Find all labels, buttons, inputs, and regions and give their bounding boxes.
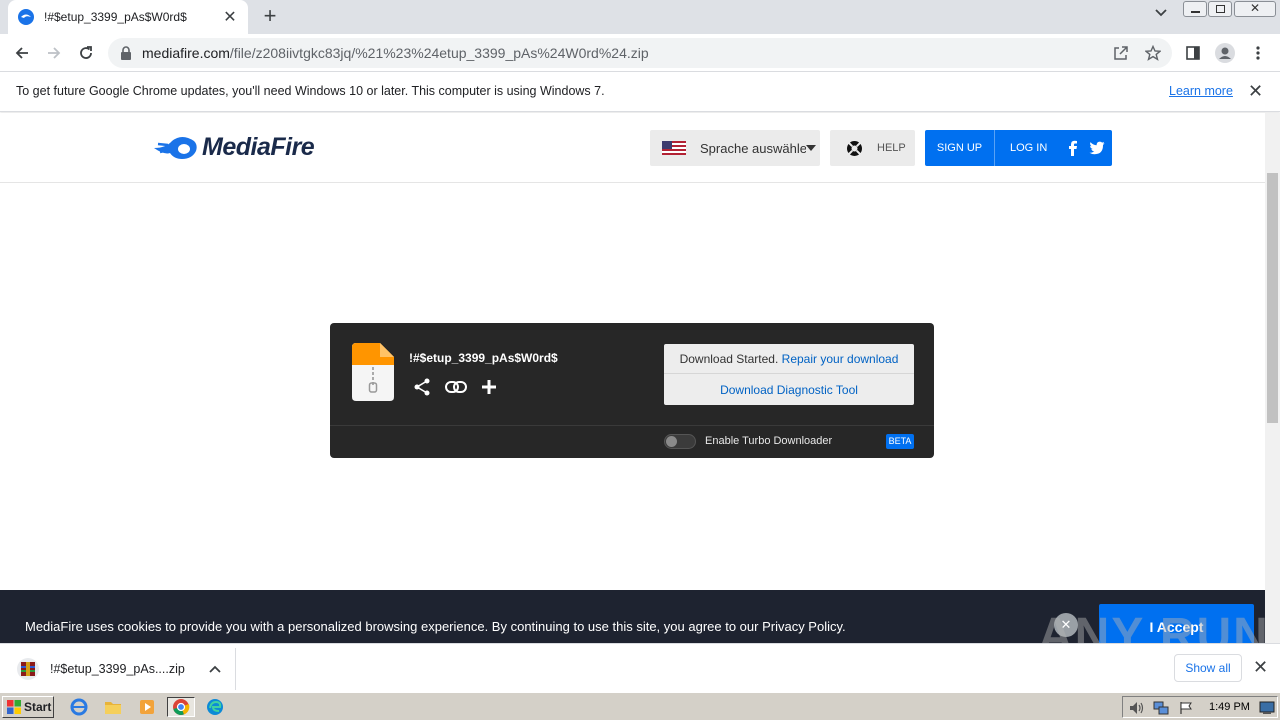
tab-strip: !#$etup_3399_pAs$W0rd$ ✕ + ✕: [0, 0, 1280, 34]
page-scrollbar[interactable]: [1265, 113, 1280, 643]
diagnostic-tool-link[interactable]: Download Diagnostic Tool: [664, 375, 914, 405]
share-icon[interactable]: [411, 376, 433, 398]
tab-title: !#$etup_3399_pAs$W0rd$: [44, 10, 187, 24]
address-bar[interactable]: mediafire.com/file/z208iivtgkc83jq/%21%2…: [108, 38, 1172, 68]
twitter-icon[interactable]: [1089, 140, 1105, 156]
us-flag-icon: [662, 141, 686, 155]
start-button[interactable]: Start: [2, 696, 54, 718]
log-in-button[interactable]: LOG IN: [1010, 142, 1047, 154]
logo-text: MediaFire: [202, 133, 315, 161]
network-icon[interactable]: [1153, 701, 1169, 715]
close-tab-icon[interactable]: ✕: [222, 7, 238, 27]
edge-icon[interactable]: [204, 697, 226, 717]
panel-divider: [330, 425, 934, 426]
mediafire-logo[interactable]: MediaFire: [152, 133, 315, 162]
auth-bar: SIGN UP LOG IN: [925, 130, 1112, 166]
url-text: mediafire.com/file/z208iivtgkc83jq/%21%2…: [142, 45, 649, 61]
facebook-icon[interactable]: [1065, 140, 1081, 156]
download-item-name: !#$etup_3399_pAs....zip: [50, 662, 185, 676]
turbo-downloader-toggle[interactable]: [664, 434, 696, 449]
media-player-icon[interactable]: [136, 697, 158, 717]
infobar-message: To get future Google Chrome updates, you…: [16, 84, 605, 98]
side-panel-icon[interactable]: [1182, 42, 1204, 64]
sign-up-button[interactable]: SIGN UP: [925, 130, 995, 166]
reload-icon[interactable]: [74, 41, 98, 65]
clock[interactable]: 1:49 PM: [1209, 701, 1250, 713]
learn-more-link[interactable]: Learn more: [1169, 84, 1233, 98]
mediafire-favicon-icon: [18, 9, 34, 25]
download-panel: !#$etup_3399_pAs$W0rd$ Download Started.…: [330, 323, 934, 458]
volume-icon[interactable]: [1129, 701, 1145, 715]
tab-search-chevron-icon[interactable]: [1150, 6, 1172, 28]
chevron-up-icon[interactable]: [205, 662, 225, 676]
add-to-account-icon[interactable]: [478, 376, 500, 398]
chrome-taskbar-icon[interactable]: [167, 697, 195, 717]
lifebuoy-icon: [847, 140, 862, 156]
language-label: Sprache auswählen: [700, 140, 806, 156]
browser-toolbar: mediafire.com/file/z208iivtgkc83jq/%21%2…: [0, 34, 1280, 72]
close-shelf-icon[interactable]: ✕: [1253, 657, 1268, 678]
turbo-downloader-label: Enable Turbo Downloader: [705, 435, 833, 447]
new-tab-button[interactable]: +: [258, 4, 282, 28]
start-label: Start: [24, 700, 52, 714]
mediafire-flame-icon: [154, 136, 197, 159]
zip-file-icon: [352, 343, 394, 401]
chevron-down-icon: [806, 145, 816, 151]
forward-arrow-icon[interactable]: [42, 41, 66, 65]
file-name: !#$etup_3399_pAs$W0rd$: [409, 351, 558, 365]
close-infobar-icon[interactable]: ✕: [1248, 81, 1263, 102]
cookie-message: MediaFire uses cookies to provide you wi…: [25, 619, 846, 634]
windows-logo-icon: [7, 700, 21, 714]
internet-explorer-icon[interactable]: [68, 697, 90, 717]
download-status-box: Download Started. Repair your download D…: [664, 344, 914, 405]
web-page: MediaFire Sprache auswählen HELP SIGN UP…: [0, 113, 1265, 643]
system-tray: 1:49 PM: [1122, 696, 1278, 718]
close-window-button[interactable]: ✕: [1234, 1, 1276, 17]
windows-taskbar: Start 1:49 PM: [0, 692, 1280, 720]
profile-avatar-icon[interactable]: [1214, 42, 1236, 64]
menu-kebab-icon[interactable]: [1247, 42, 1269, 64]
copy-link-icon[interactable]: [445, 376, 467, 398]
browser-tab[interactable]: !#$etup_3399_pAs$W0rd$ ✕: [8, 0, 248, 34]
show-all-downloads-button[interactable]: Show all: [1174, 654, 1242, 682]
language-selector[interactable]: Sprache auswählen: [650, 130, 820, 166]
minimize-window-button[interactable]: [1183, 1, 1207, 17]
back-arrow-icon[interactable]: [10, 41, 34, 65]
share-page-icon[interactable]: [1110, 42, 1132, 64]
help-button[interactable]: HELP: [830, 130, 915, 166]
update-infobar: To get future Google Chrome updates, you…: [0, 72, 1280, 112]
download-status-line: Download Started. Repair your download: [664, 344, 914, 374]
download-item[interactable]: !#$etup_3399_pAs....zip: [8, 648, 236, 690]
beta-badge: BETA: [886, 434, 914, 449]
restore-window-button[interactable]: [1208, 1, 1232, 17]
show-desktop-icon[interactable]: [1259, 701, 1275, 715]
bookmark-star-icon[interactable]: [1142, 42, 1164, 64]
help-label: HELP: [877, 142, 906, 154]
action-center-flag-icon[interactable]: [1179, 701, 1193, 715]
lock-icon: [121, 46, 131, 60]
winrar-archive-icon: [17, 658, 39, 680]
download-shelf: !#$etup_3399_pAs....zip Show all ✕: [0, 643, 1280, 692]
file-explorer-icon[interactable]: [102, 697, 124, 717]
mediafire-header: MediaFire Sprache auswählen HELP SIGN UP…: [0, 113, 1265, 183]
repair-download-link[interactable]: Repair your download: [782, 352, 899, 366]
